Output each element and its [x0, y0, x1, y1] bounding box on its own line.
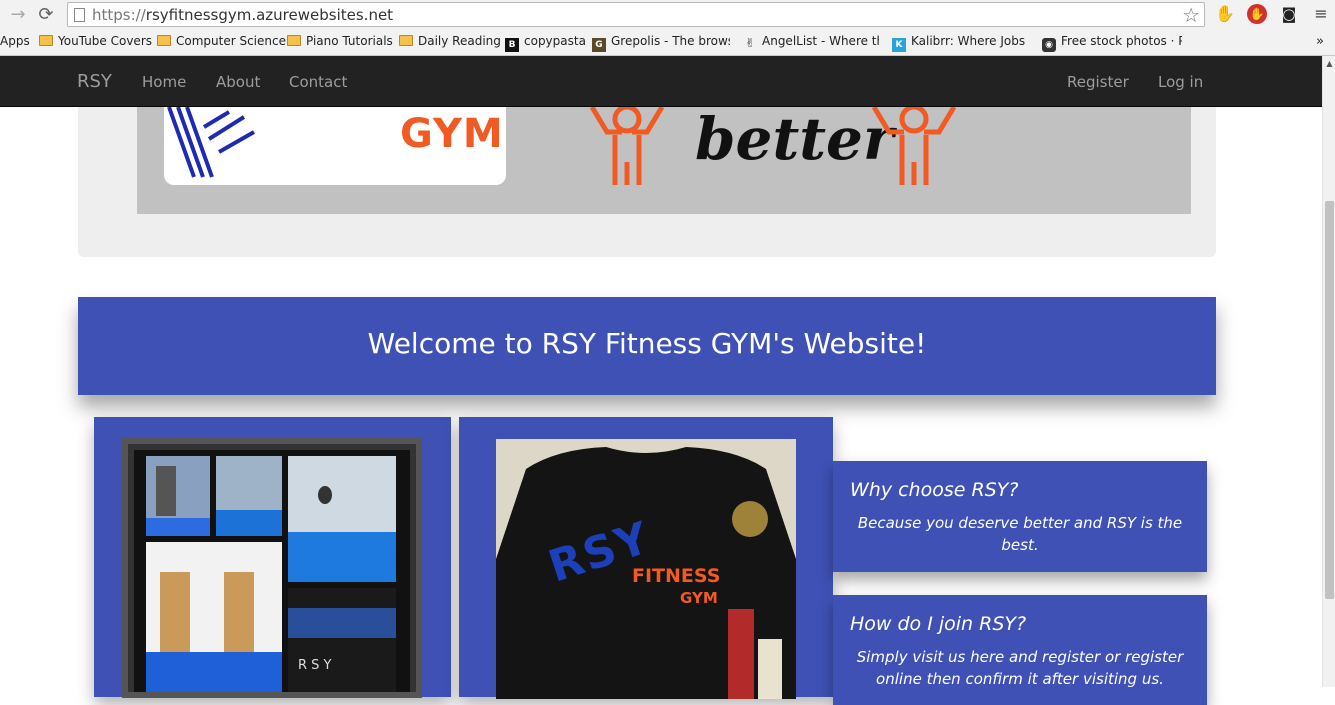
bookmark-computer-science[interactable]: Computer Science — [157, 34, 286, 48]
collage-doors-image — [146, 542, 282, 692]
nav-contact[interactable]: Contact — [289, 73, 347, 91]
g-favicon-icon: G — [592, 38, 606, 52]
navbar-brand[interactable]: RSY — [77, 71, 112, 92]
bookmark-daily-reading[interactable]: Daily Reading — [399, 34, 501, 48]
site-navbar: RSY Home About Contact Register Log in — [0, 56, 1322, 107]
menu-icon[interactable]: ≡ — [1311, 4, 1331, 24]
collage-shelf-image — [146, 456, 210, 536]
gym-logo-card: GYM — [164, 107, 506, 185]
page-icon — [74, 8, 85, 22]
back-arrow-icon[interactable]: → — [6, 3, 30, 27]
gym-shirt-photo: RSY FITNESS GYM — [496, 439, 796, 699]
page-scrollbar[interactable]: ▲ — [1322, 56, 1335, 687]
bookmark-youtube-covers[interactable]: YouTube Covers — [39, 34, 152, 48]
browser-toolbar: → ⟳ https://rsyfitnessgym.azurewebsites.… — [0, 0, 1335, 30]
url-text: https://rsyfitnessgym.azurewebsites.net — [92, 6, 394, 24]
collage-caption: R S Y — [298, 658, 332, 673]
gym-interior-photo: R S Y — [122, 438, 422, 698]
folder-icon — [39, 35, 53, 46]
nav-login[interactable]: Log in — [1158, 73, 1203, 91]
info-card-body: Simply visit us here and register or reg… — [856, 648, 1184, 688]
address-bar[interactable]: https://rsyfitnessgym.azurewebsites.net … — [67, 2, 1205, 27]
bookmark-kalibrr[interactable]: K Kalibrr: Where Jobs Fi — [892, 34, 1030, 52]
info-card-title: How do I join RSY? — [850, 613, 1027, 635]
rsy-logo-mark — [167, 107, 255, 178]
angellist-icon: ✌ — [744, 36, 756, 50]
bookmark-free-stock-photos[interactable]: ◉ Free stock photos · Pe — [1042, 34, 1182, 52]
scrollbar-thumb[interactable] — [1325, 201, 1334, 599]
collage-cage-image — [288, 456, 396, 582]
info-card-title: Why choose RSY? — [850, 479, 1019, 501]
hand-extension-icon[interactable]: ✋ — [1215, 4, 1235, 24]
nav-home[interactable]: Home — [142, 73, 186, 91]
welcome-banner: Welcome to RSY Fitness GYM's Website! — [78, 297, 1216, 395]
nav-about[interactable]: About — [216, 73, 260, 91]
nav-register[interactable]: Register — [1067, 73, 1129, 91]
collage-room-image — [216, 456, 282, 536]
collage-dark-image: R S Y — [288, 588, 396, 692]
scroll-up-icon[interactable]: ▲ — [1325, 59, 1334, 68]
bookmark-apps[interactable]: Apps — [0, 34, 30, 48]
info-card-body: Because you deserve better and RSY is th… — [857, 514, 1183, 554]
tampermonkey-icon[interactable]: ◙ — [1279, 4, 1299, 24]
folder-icon — [287, 35, 301, 46]
logo-gym-text: GYM — [400, 111, 504, 157]
camera-icon: ◉ — [1042, 38, 1056, 52]
bookmark-copypasta[interactable]: Bcopypasta — [505, 34, 586, 52]
bookmark-piano-tutorials[interactable]: Piano Tutorials — [287, 34, 393, 48]
adblock-icon[interactable]: ✋ — [1247, 4, 1267, 24]
bookmark-grepolis[interactable]: G Grepolis - The browse — [592, 34, 730, 52]
shirt-fitness-text: FITNESS — [632, 565, 721, 587]
shirt-gym-text: GYM — [680, 589, 718, 607]
info-card-why: Why choose RSY? Because you deserve bett… — [833, 461, 1207, 572]
figure-left-icon — [589, 107, 665, 185]
reload-icon[interactable]: ⟳ — [34, 3, 58, 27]
bookmarks-bar: Apps YouTube Covers Computer Science Pia… — [0, 30, 1335, 56]
k-favicon-icon: K — [892, 38, 906, 52]
bookmark-star-icon[interactable]: ☆ — [1182, 3, 1200, 27]
welcome-heading: Welcome to RSY Fitness GYM's Website! — [367, 327, 927, 360]
hero-banner: GYM better — [137, 107, 1191, 214]
photo-collage: R S Y — [134, 450, 410, 692]
bookmarks-overflow-icon[interactable]: » — [1316, 34, 1324, 49]
bookmark-angellist[interactable]: ✌ AngelList - Where the — [743, 34, 879, 50]
folder-icon — [399, 35, 413, 46]
info-card-join: How do I join RSY? Simply visit us here … — [833, 595, 1207, 705]
b-favicon-icon: B — [505, 38, 519, 52]
figure-right-icon — [871, 107, 957, 185]
folder-icon — [157, 35, 171, 46]
tagline-text: better — [695, 107, 894, 173]
